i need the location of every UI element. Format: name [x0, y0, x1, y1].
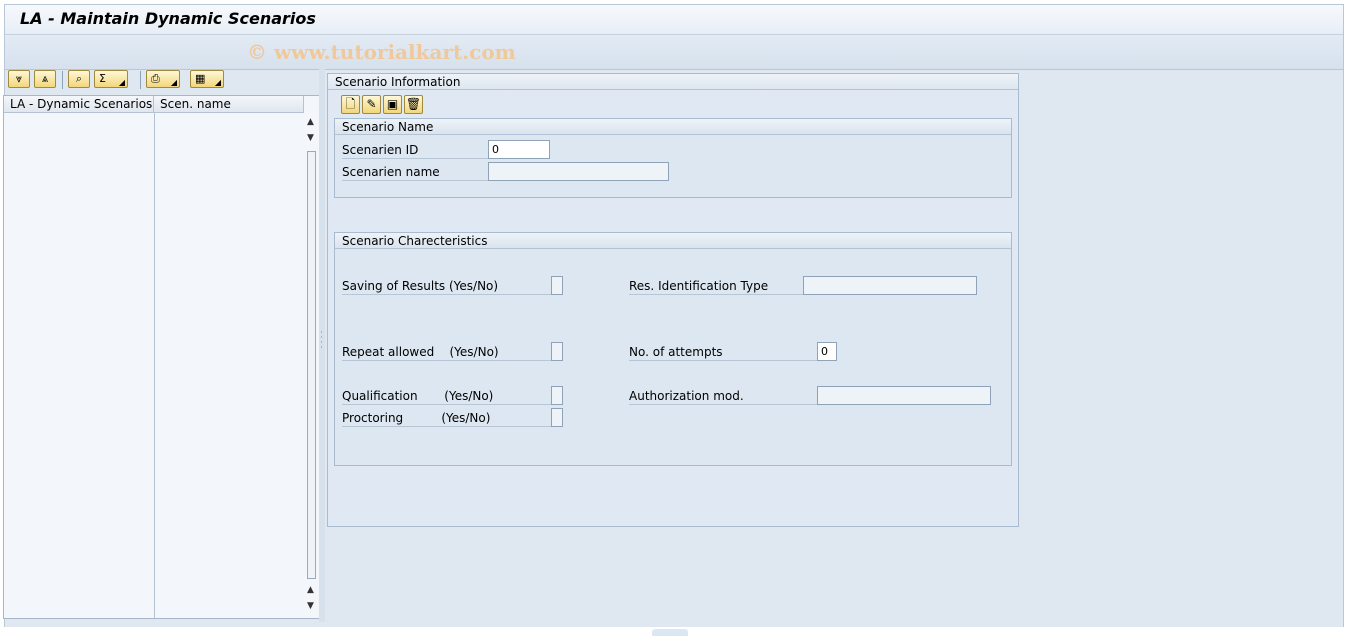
authorization-mod-field[interactable] — [817, 386, 991, 405]
toolbar-separator — [140, 71, 141, 89]
save-icon[interactable]: ▣ — [383, 95, 402, 114]
proctoring-label: Proctoring (Yes/No) — [342, 410, 551, 427]
title-bar: LA - Maintain Dynamic Scenarios — [5, 5, 1343, 35]
panel-title: Scenario Information — [328, 74, 1018, 90]
qualification-checkbox[interactable] — [551, 386, 563, 405]
dropdown-arrow-icon[interactable]: ◢ — [215, 79, 221, 87]
scroll-down-icon[interactable]: ▼ — [307, 133, 314, 143]
create-icon[interactable]: 🗋 — [341, 95, 360, 114]
repeat-allowed-checkbox[interactable] — [551, 342, 563, 361]
delete-icon[interactable]: 🗑 — [404, 95, 423, 114]
find-icon[interactable]: ⌕ — [68, 70, 90, 88]
tree-column-header[interactable]: LA - Dynamic Scenarios — [4, 96, 154, 113]
scroll-up-icon[interactable]: ▲ — [307, 117, 314, 127]
dropdown-arrow-icon[interactable]: ◢ — [119, 79, 125, 87]
status-bar — [0, 627, 1352, 636]
collapse-all-icon[interactable]: ⩓ — [34, 70, 56, 88]
scenario-name-field[interactable] — [488, 162, 669, 181]
scenario-id-field[interactable]: 0 — [488, 140, 550, 159]
saving-results-label: Saving of Results (Yes/No) — [342, 278, 551, 295]
page-title: LA - Maintain Dynamic Scenarios — [20, 9, 316, 28]
scenario-id-label: Scenarien ID — [342, 142, 488, 159]
expand-all-icon[interactable]: ⩔ — [8, 70, 30, 88]
scroll-down-icon[interactable]: ▼ — [307, 601, 314, 611]
scenario-toolbar: 🗋 ✎ ▣ 🗑 — [341, 95, 431, 115]
group-title: Scenario Charecteristics — [335, 233, 1011, 249]
group-title: Scenario Name — [335, 119, 1011, 135]
qualification-label: Qualification (Yes/No) — [342, 388, 551, 405]
scroll-track[interactable] — [307, 151, 316, 579]
scenario-tree[interactable]: LA - Dynamic Scenarios Scen. name ▲ ▼ ▲ … — [3, 95, 321, 619]
toolbar-separator — [62, 71, 63, 89]
print-icon[interactable]: ⎙ ◢ — [146, 70, 180, 88]
repeat-allowed-label: Repeat allowed (Yes/No) — [342, 344, 551, 361]
edit-pencil-icon[interactable]: ✎ — [362, 95, 381, 114]
scenario-characteristics-group: Scenario Charecteristics Saving of Resul… — [334, 232, 1012, 466]
scenario-name-label: Scenarien name — [342, 164, 488, 181]
watermark-text: © www.tutorialkart.com — [247, 40, 516, 64]
authorization-mod-label: Authorization mod. — [629, 388, 817, 405]
attempts-field[interactable]: 0 — [817, 342, 837, 361]
pane-splitter[interactable]: · · · · — [319, 68, 325, 622]
proctoring-checkbox[interactable] — [551, 408, 563, 427]
scenario-name-group: Scenario Name Scenarien ID 0 Scenarien n… — [334, 118, 1012, 198]
dropdown-arrow-icon[interactable]: ◢ — [171, 79, 177, 87]
application-toolbar: © www.tutorialkart.com — [5, 35, 1343, 70]
scenario-information-panel: Scenario Information 🗋 ✎ ▣ 🗑 Scenario Na… — [327, 73, 1019, 527]
sum-icon[interactable]: Σ ◢ — [94, 70, 128, 88]
saving-results-checkbox[interactable] — [551, 276, 563, 295]
attempts-label: No. of attempts — [629, 344, 817, 361]
scroll-up-icon[interactable]: ▲ — [307, 585, 314, 595]
layout-grid-icon[interactable]: ▦ ◢ — [190, 70, 224, 88]
tree-toolbar: ⩔ ⩓ ⌕ Σ ◢ ⎙ ◢ ▦ ◢ — [3, 68, 323, 92]
column-divider — [154, 113, 155, 618]
status-bar-tab[interactable] — [652, 629, 688, 636]
tree-scrollbar[interactable]: ▲ ▼ ▲ ▼ — [304, 113, 320, 618]
res-identification-field[interactable] — [803, 276, 977, 295]
splitter-grip-icon[interactable]: · · · · — [320, 329, 323, 353]
res-identification-label: Res. Identification Type — [629, 278, 803, 295]
tree-column-header[interactable]: Scen. name — [154, 96, 304, 113]
